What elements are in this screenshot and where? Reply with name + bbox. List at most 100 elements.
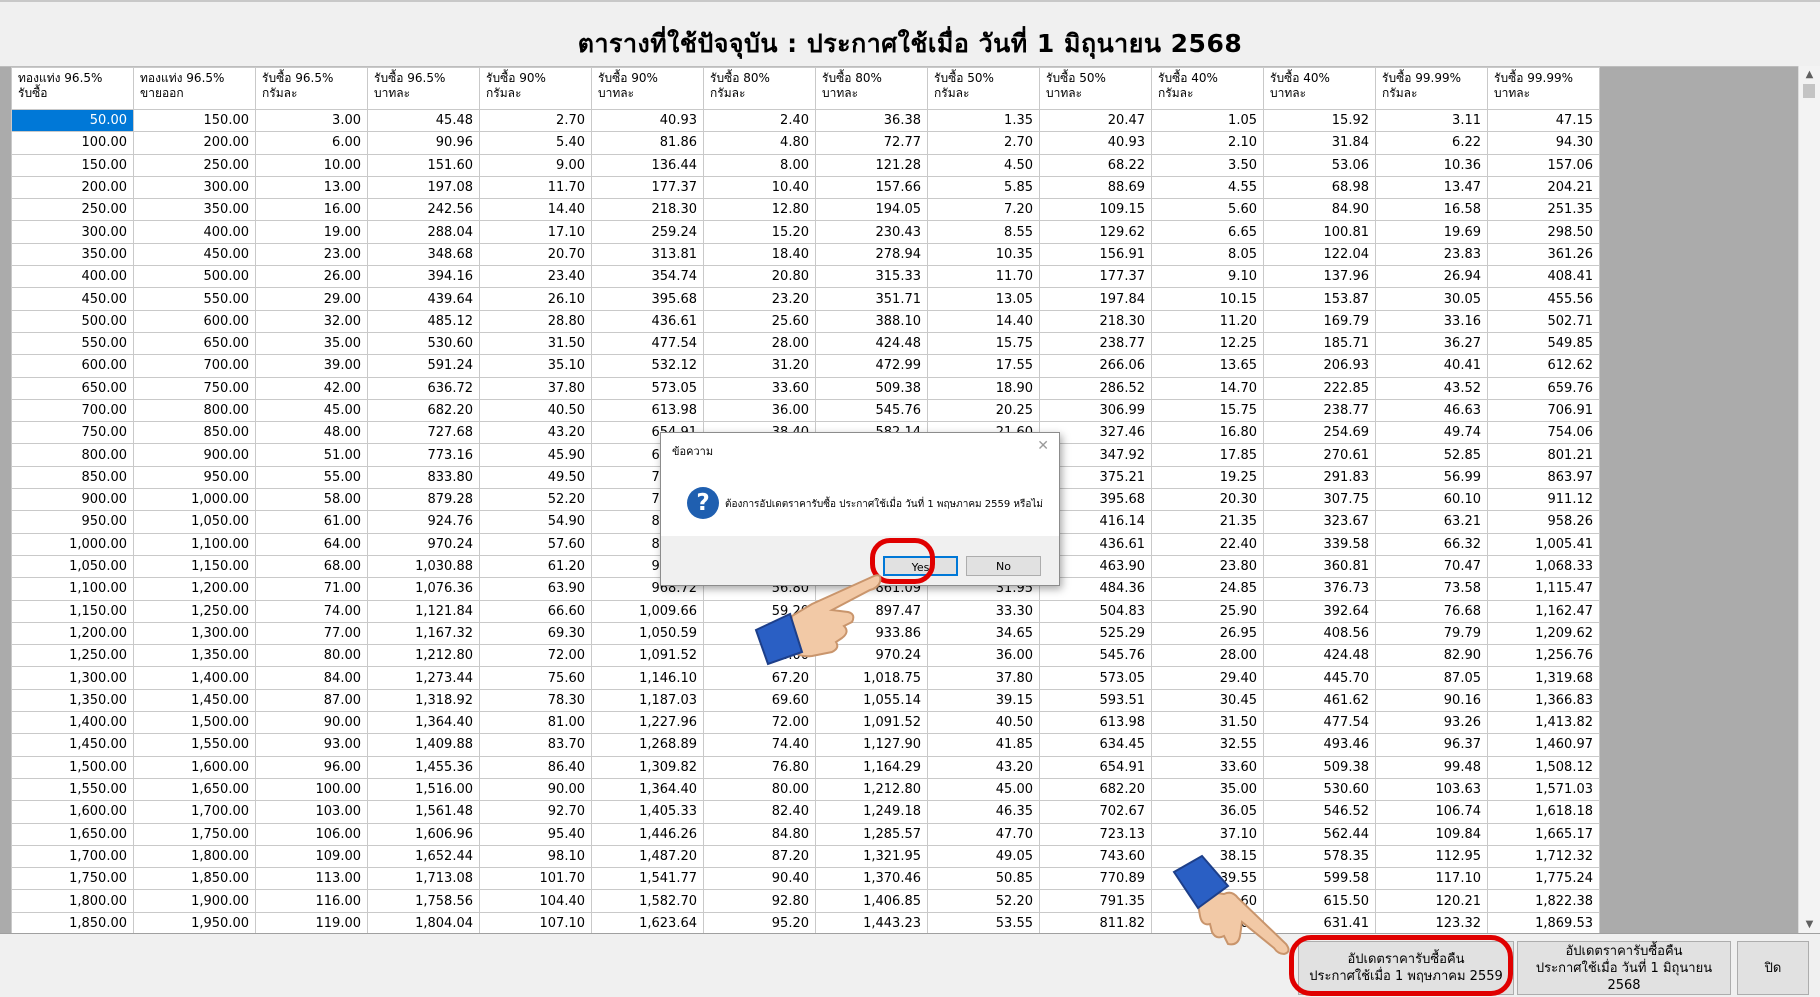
table-cell[interactable]: 45.00 (255, 398, 368, 423)
column-header[interactable]: รับซื้อ 80% บาทละ (815, 67, 928, 110)
table-cell[interactable]: 53.06 (1263, 153, 1376, 177)
table-cell[interactable]: 61.00 (255, 510, 368, 534)
table-cell[interactable]: 1,804.04 (367, 911, 480, 934)
table-row[interactable]: 400.00 500.00 26.00 394.16 23.40 354.74 20.80 3… (11, 265, 1600, 289)
table-cell[interactable]: 106.00 (255, 822, 368, 846)
table-cell[interactable]: 90.40 (703, 867, 816, 891)
close-button[interactable]: ปิด (1737, 941, 1809, 995)
table-cell[interactable]: 315.33 (815, 265, 928, 289)
table-cell[interactable]: 1,000.00 (11, 532, 134, 556)
table-cell[interactable]: 43.52 (1375, 376, 1488, 400)
table-cell[interactable]: 750.00 (11, 421, 134, 445)
table-cell[interactable]: 450.00 (11, 287, 134, 311)
table-cell[interactable]: 96.37 (1375, 733, 1488, 757)
table-cell[interactable]: 23.00 (255, 242, 368, 267)
table-cell[interactable]: 40.93 (591, 108, 704, 133)
table-cell[interactable]: 17.85 (1151, 443, 1264, 467)
table-cell[interactable]: 530.60 (367, 331, 480, 356)
table-cell[interactable]: 34.65 (927, 621, 1040, 646)
table-cell[interactable]: 61.20 (479, 554, 592, 579)
table-cell[interactable]: 71.00 (255, 577, 368, 601)
table-cell[interactable]: 80.00 (703, 777, 816, 802)
table-cell[interactable]: 5.60 (1151, 198, 1264, 222)
table-cell[interactable]: 1,950.00 (133, 911, 256, 934)
table-cell[interactable]: 57.60 (479, 532, 592, 556)
table-cell[interactable]: 400.00 (11, 265, 134, 289)
table-cell[interactable]: 392.64 (1263, 599, 1376, 623)
table-cell[interactable]: 1,618.18 (1487, 800, 1600, 824)
table-cell[interactable]: 650.00 (11, 376, 134, 400)
table-cell[interactable]: 20.25 (927, 398, 1040, 423)
table-cell[interactable]: 36.27 (1375, 331, 1488, 356)
table-cell[interactable]: 1,600.00 (11, 800, 134, 824)
table-cell[interactable]: 1,370.46 (815, 867, 928, 891)
table-cell[interactable]: 106.74 (1375, 800, 1488, 824)
table-cell[interactable]: 1,212.80 (367, 644, 480, 668)
table-cell[interactable]: 87.00 (255, 688, 368, 713)
table-cell[interactable]: 850.00 (11, 465, 134, 490)
table-cell[interactable]: 485.12 (367, 309, 480, 333)
table-cell[interactable]: 153.87 (1263, 287, 1376, 311)
table-cell[interactable]: 1,162.47 (1487, 599, 1600, 623)
table-cell[interactable]: 26.94 (1375, 265, 1488, 289)
table-cell[interactable]: 298.50 (1487, 220, 1600, 244)
table-cell[interactable]: 1,822.38 (1487, 889, 1600, 913)
table-cell[interactable]: 16.00 (255, 198, 368, 222)
table-cell[interactable]: 1,018.75 (815, 666, 928, 690)
table-cell[interactable]: 600.00 (11, 354, 134, 378)
table-cell[interactable]: 11.20 (1151, 309, 1264, 333)
table-cell[interactable]: 1,800.00 (11, 889, 134, 913)
table-row[interactable]: 100.00 200.00 6.00 90.96 5.40 81.86 4.80 72.77 2… (11, 131, 1600, 155)
table-cell[interactable]: 509.38 (1263, 755, 1376, 779)
table-row[interactable]: 50.00 150.00 3.00 45.48 2.70 40.93 2.40 36.38 1.… (11, 108, 1600, 133)
table-cell[interactable]: 16.58 (1375, 198, 1488, 222)
table-cell[interactable]: 13.05 (927, 287, 1040, 311)
table-cell[interactable]: 10.15 (1151, 287, 1264, 311)
table-cell[interactable]: 19.69 (1375, 220, 1488, 244)
table-cell[interactable]: 1,800.00 (133, 844, 256, 869)
table-cell[interactable]: 348.68 (367, 242, 480, 267)
table-cell[interactable]: 4.80 (703, 131, 816, 155)
table-cell[interactable]: 1,406.85 (815, 889, 928, 913)
column-header[interactable]: รับซื้อ 80% กรัมละ (703, 67, 816, 110)
table-cell[interactable]: 1,249.18 (815, 800, 928, 824)
table-cell[interactable]: 1,713.08 (367, 867, 480, 891)
table-cell[interactable]: 15.75 (1151, 398, 1264, 423)
table-row[interactable]: 500.00 600.00 32.00 485.12 28.80 436.61 25.60 3… (11, 309, 1600, 333)
table-cell[interactable]: 532.12 (591, 354, 704, 378)
table-cell[interactable]: 424.48 (815, 331, 928, 356)
table-cell[interactable]: 52.20 (479, 488, 592, 512)
table-cell[interactable]: 1,050.00 (11, 554, 134, 579)
table-cell[interactable]: 90.96 (367, 131, 480, 155)
table-cell[interactable]: 1,150.00 (133, 554, 256, 579)
table-cell[interactable]: 40.41 (1375, 354, 1488, 378)
table-cell[interactable]: 45.00 (927, 777, 1040, 802)
table-cell[interactable]: 66.60 (479, 599, 592, 623)
table-cell[interactable]: 75.60 (479, 666, 592, 690)
table-cell[interactable]: 700.00 (133, 354, 256, 378)
table-cell[interactable]: 1,550.00 (11, 777, 134, 802)
table-cell[interactable]: 350.00 (11, 242, 134, 267)
table-cell[interactable]: 129.62 (1039, 220, 1152, 244)
table-cell[interactable]: 83.70 (479, 733, 592, 757)
table-cell[interactable]: 14.40 (479, 198, 592, 222)
table-cell[interactable]: 743.60 (1039, 844, 1152, 869)
table-cell[interactable]: 250.00 (133, 153, 256, 177)
table-cell[interactable]: 52.85 (1375, 443, 1488, 467)
table-cell[interactable]: 613.98 (591, 398, 704, 423)
table-cell[interactable]: 1,869.53 (1487, 911, 1600, 934)
table-cell[interactable]: 1,413.82 (1487, 711, 1600, 735)
table-row[interactable]: 1,850.00 1,950.00 119.00 1,804.04 107.10 1,62… (11, 911, 1600, 934)
table-cell[interactable]: 504.83 (1039, 599, 1152, 623)
table-cell[interactable]: 2.70 (479, 108, 592, 133)
table-cell[interactable]: 361.26 (1487, 242, 1600, 267)
table-cell[interactable]: 74.40 (703, 733, 816, 757)
column-header[interactable]: รับซื้อ 96.5% บาทละ (367, 67, 480, 110)
table-cell[interactable]: 525.29 (1039, 621, 1152, 646)
table-cell[interactable]: 43.20 (927, 755, 1040, 779)
table-cell[interactable]: 1,167.32 (367, 621, 480, 646)
table-cell[interactable]: 18.40 (703, 242, 816, 267)
table-cell[interactable]: 33.60 (1151, 755, 1264, 779)
table-cell[interactable]: 1,250.00 (11, 644, 134, 668)
table-cell[interactable]: 801.21 (1487, 443, 1600, 467)
